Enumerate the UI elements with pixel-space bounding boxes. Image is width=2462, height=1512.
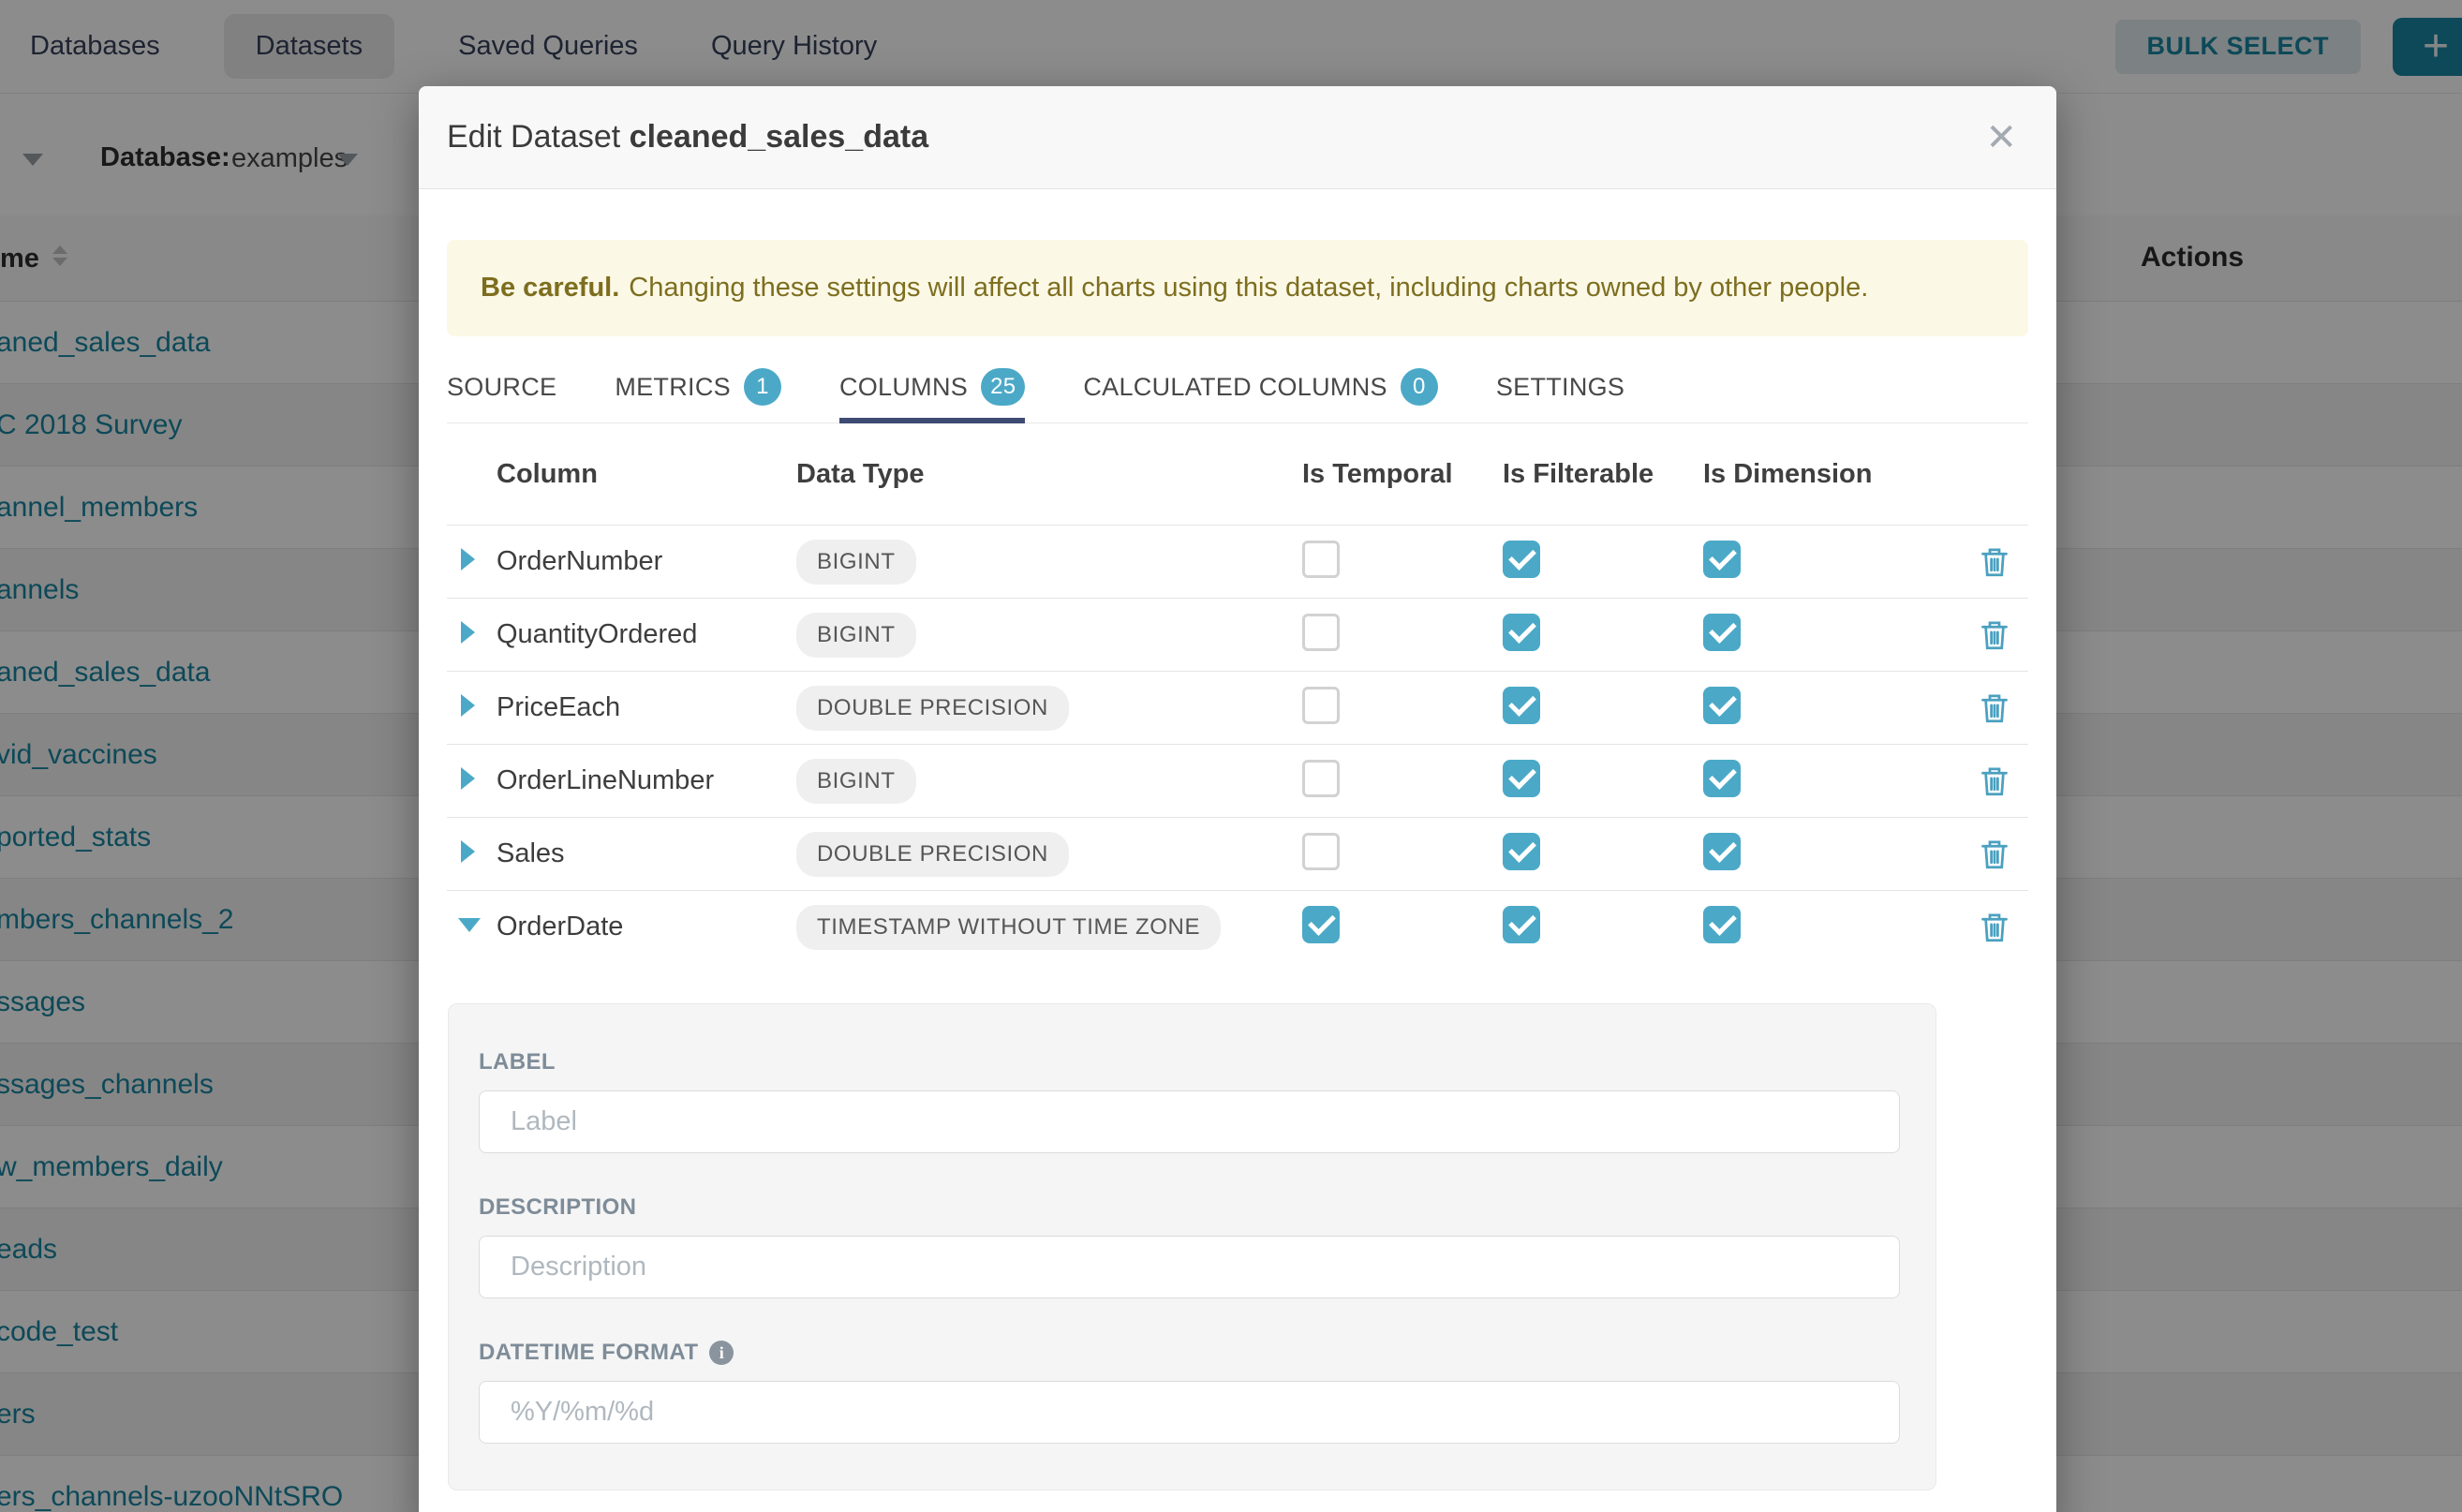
tab-label: SOURCE bbox=[447, 373, 556, 402]
is-dimension-checkbox[interactable] bbox=[1703, 906, 1741, 943]
is-temporal-checkbox[interactable] bbox=[1302, 760, 1340, 797]
description-input[interactable] bbox=[479, 1236, 1900, 1298]
column-row: OrderNumber BIGINT bbox=[447, 525, 2028, 598]
column-row: PriceEach DOUBLE PRECISION bbox=[447, 671, 2028, 744]
is-temporal-checkbox[interactable] bbox=[1302, 541, 1340, 578]
warning-banner-bold: Be careful. bbox=[481, 273, 619, 304]
datetime-format-field-label: DATETIME FORMAT bbox=[479, 1340, 698, 1366]
warning-banner: Be careful. Changing these settings will… bbox=[447, 240, 2028, 336]
delete-column-button[interactable] bbox=[1980, 619, 2025, 651]
tab-count-badge: 0 bbox=[1401, 368, 1438, 406]
expand-caret-icon[interactable] bbox=[461, 840, 475, 863]
delete-column-button[interactable] bbox=[1980, 546, 2025, 578]
description-field-label: DESCRIPTION bbox=[479, 1194, 1935, 1221]
tab-label: METRICS bbox=[615, 373, 731, 402]
is-temporal-header: Is Temporal bbox=[1302, 459, 1503, 490]
delete-column-button[interactable] bbox=[1980, 765, 2025, 797]
trash-icon bbox=[1980, 619, 2009, 651]
column-name: OrderDate bbox=[497, 912, 796, 942]
trash-icon bbox=[1980, 765, 2009, 797]
is-filterable-checkbox[interactable] bbox=[1503, 687, 1540, 724]
tab-count-badge: 1 bbox=[744, 368, 781, 406]
is-dimension-checkbox[interactable] bbox=[1703, 833, 1741, 870]
trash-icon bbox=[1980, 692, 2009, 724]
tab-settings[interactable]: SETTINGS bbox=[1496, 351, 1624, 422]
is-filterable-checkbox[interactable] bbox=[1503, 541, 1540, 578]
info-icon[interactable]: i bbox=[709, 1341, 734, 1365]
data-type-pill: DOUBLE PRECISION bbox=[796, 686, 1069, 731]
is-temporal-checkbox[interactable] bbox=[1302, 614, 1340, 651]
warning-banner-text: Changing these settings will affect all … bbox=[629, 273, 1868, 304]
column-name: OrderNumber bbox=[497, 546, 796, 577]
modal-tabs: SOURCE METRICS 1 COLUMNS 25 CALCULATED COLUMN… bbox=[447, 351, 2028, 423]
expand-caret-icon[interactable] bbox=[461, 694, 475, 717]
expand-caret-icon[interactable] bbox=[461, 548, 475, 571]
modal-body: Be careful. Changing these settings will… bbox=[419, 240, 2056, 1490]
tab-calculated-columns[interactable]: CALCULATED COLUMNS 0 bbox=[1083, 351, 1437, 422]
delete-column-button[interactable] bbox=[1980, 692, 2025, 724]
is-filterable-checkbox[interactable] bbox=[1503, 614, 1540, 651]
tab-columns[interactable]: COLUMNS 25 bbox=[839, 351, 1025, 422]
modal-title-prefix: Edit Dataset bbox=[447, 119, 620, 155]
is-dimension-checkbox[interactable] bbox=[1703, 687, 1741, 724]
is-filterable-checkbox[interactable] bbox=[1503, 760, 1540, 797]
is-dimension-checkbox[interactable] bbox=[1703, 541, 1741, 578]
data-type-pill: BIGINT bbox=[796, 540, 916, 585]
column-row: Sales DOUBLE PRECISION bbox=[447, 817, 2028, 890]
expand-caret-icon[interactable] bbox=[461, 767, 475, 790]
column-row: OrderLineNumber BIGINT bbox=[447, 744, 2028, 817]
trash-icon bbox=[1980, 546, 2009, 578]
is-temporal-checkbox[interactable] bbox=[1302, 833, 1340, 870]
data-type-pill: BIGINT bbox=[796, 759, 916, 804]
tab-metrics[interactable]: METRICS 1 bbox=[615, 351, 781, 422]
column-header: Column bbox=[497, 459, 796, 490]
data-type-pill: TIMESTAMP WITHOUT TIME ZONE bbox=[796, 905, 1221, 950]
is-temporal-checkbox[interactable] bbox=[1302, 687, 1340, 724]
modal-title: Edit Dataset cleaned_sales_data bbox=[447, 119, 928, 156]
is-dimension-checkbox[interactable] bbox=[1703, 760, 1741, 797]
column-row: OrderDate TIMESTAMP WITHOUT TIME ZONE bbox=[447, 890, 2028, 963]
columns-table: Column Data Type Is Temporal Is Filterab… bbox=[447, 423, 2028, 963]
column-name: QuantityOrdered bbox=[497, 619, 796, 650]
is-filterable-checkbox[interactable] bbox=[1503, 906, 1540, 943]
datetime-format-input[interactable] bbox=[479, 1381, 1900, 1444]
tab-count-badge: 25 bbox=[981, 368, 1025, 406]
modal-header: Edit Dataset cleaned_sales_data ✕ bbox=[419, 86, 2056, 189]
is-filterable-header: Is Filterable bbox=[1503, 459, 1703, 490]
column-row: QuantityOrdered BIGINT bbox=[447, 598, 2028, 671]
column-detail-panel: LABEL DESCRIPTION DATETIME FORMAT i bbox=[448, 1003, 1936, 1490]
tab-label: SETTINGS bbox=[1496, 373, 1624, 402]
data-type-pill: DOUBLE PRECISION bbox=[796, 832, 1069, 877]
modal-title-dataset-name: cleaned_sales_data bbox=[630, 119, 928, 155]
expand-caret-icon[interactable] bbox=[458, 918, 481, 932]
tab-label: CALCULATED COLUMNS bbox=[1083, 373, 1387, 402]
data-type-header: Data Type bbox=[796, 459, 1302, 490]
tab-source[interactable]: SOURCE bbox=[447, 351, 556, 422]
is-dimension-header: Is Dimension bbox=[1703, 459, 1904, 490]
edit-dataset-modal: Edit Dataset cleaned_sales_data ✕ Be car… bbox=[419, 86, 2056, 1512]
label-input[interactable] bbox=[479, 1090, 1900, 1153]
close-icon[interactable]: ✕ bbox=[1985, 119, 2017, 156]
data-type-pill: BIGINT bbox=[796, 613, 916, 658]
delete-column-button[interactable] bbox=[1980, 838, 2025, 870]
column-name: OrderLineNumber bbox=[497, 765, 796, 796]
column-name: Sales bbox=[497, 838, 796, 869]
tab-label: COLUMNS bbox=[839, 373, 968, 402]
label-field-label: LABEL bbox=[479, 1049, 1935, 1075]
delete-column-button[interactable] bbox=[1980, 912, 2025, 943]
is-filterable-checkbox[interactable] bbox=[1503, 833, 1540, 870]
is-temporal-checkbox[interactable] bbox=[1302, 906, 1340, 943]
column-name: PriceEach bbox=[497, 692, 796, 723]
expand-caret-icon[interactable] bbox=[461, 621, 475, 644]
is-dimension-checkbox[interactable] bbox=[1703, 614, 1741, 651]
trash-icon bbox=[1980, 912, 2009, 943]
columns-table-header: Column Data Type Is Temporal Is Filterab… bbox=[447, 423, 2028, 525]
trash-icon bbox=[1980, 838, 2009, 870]
